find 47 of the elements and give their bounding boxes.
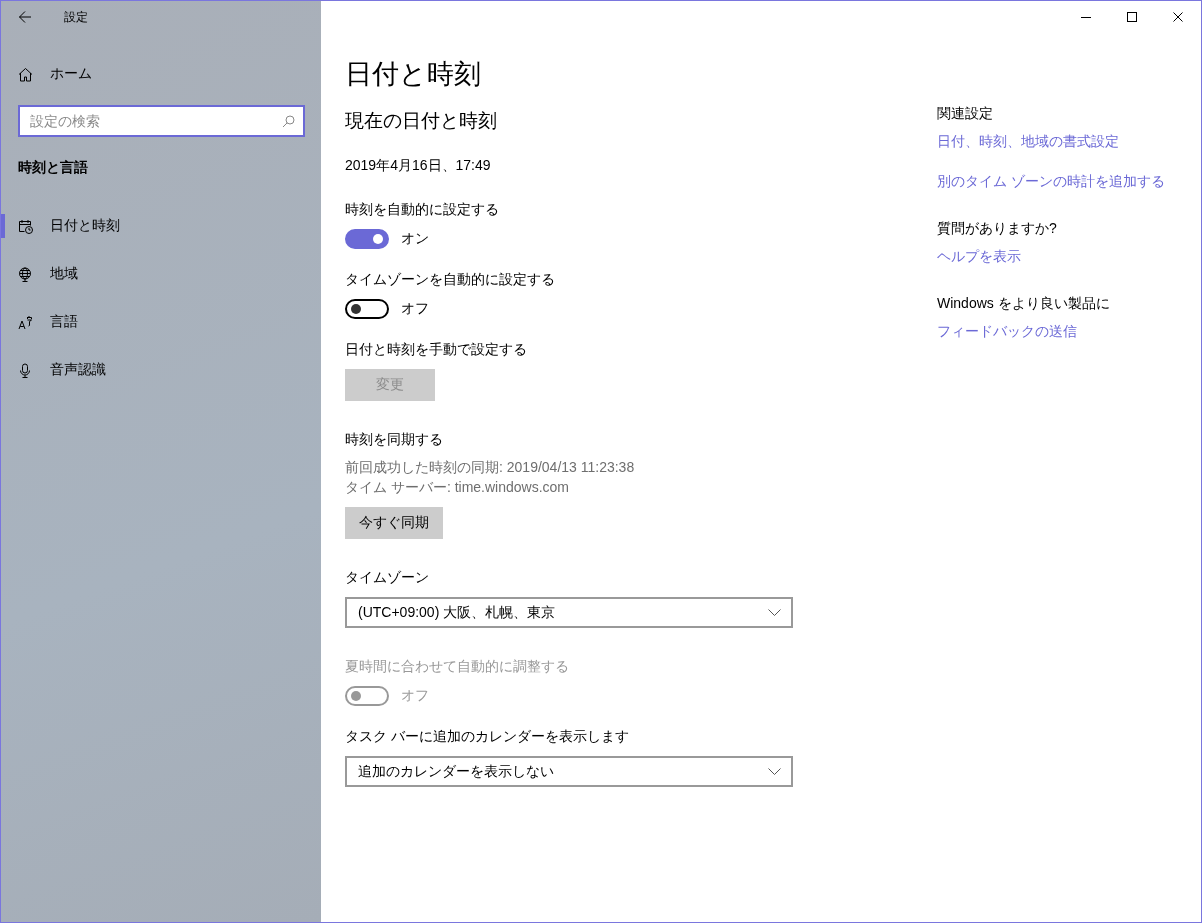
sync-detail-text: タイム サーバー: time.windows.com — [345, 478, 570, 497]
close-icon — [1173, 12, 1183, 22]
toggle-state-label: オン — [401, 230, 429, 248]
setting-label: タイムゾーンを自動的に設定する — [345, 270, 555, 289]
microphone-icon — [18, 362, 33, 378]
link[interactable]: ヘルプを表示 — [937, 246, 1021, 266]
setting-label: 時刻を自動的に設定する — [345, 200, 499, 219]
related-heading: Windows をより良い製品に — [937, 294, 1110, 313]
home-nav-item[interactable]: ホーム — [1, 54, 98, 94]
related-heading: 関連設定 — [937, 104, 993, 123]
sync-detail-text: 前回成功した時刻の同期: 2019/04/13 11:23:38 — [345, 458, 635, 477]
search-icon — [282, 115, 295, 128]
toggle-switch[interactable] — [345, 229, 389, 249]
maximize-icon — [1127, 12, 1137, 22]
language-icon — [18, 314, 33, 330]
search-field[interactable]: 設定の検索 — [18, 105, 305, 137]
chevron-down-icon — [768, 768, 781, 775]
sidebar-item[interactable]: 言語 — [1, 298, 90, 346]
link[interactable]: 別のタイム ゾーンの時計を追加する — [937, 171, 1165, 191]
page-title: 日付と時刻 — [345, 58, 481, 91]
setting-label: 時刻を同期する — [345, 430, 443, 449]
link[interactable]: 日付、時刻、地域の書式設定 — [937, 131, 1119, 151]
toggle-switch[interactable] — [345, 299, 389, 319]
related-heading: 質問がありますか? — [937, 219, 1057, 238]
link[interactable]: フィードバックの送信 — [937, 321, 1077, 341]
section-title: 現在の日付と時刻 — [345, 109, 497, 133]
current-date-time: 2019年4月16日、17:49 — [345, 156, 491, 175]
setting-label: タスク バーに追加のカレンダーを表示します — [345, 727, 629, 746]
calendar-clock-icon — [18, 218, 33, 234]
toggle-state-label: オフ — [401, 687, 429, 705]
back-button[interactable] — [18, 10, 32, 24]
sidebar-item[interactable]: 音声認識 — [1, 346, 118, 394]
setting-label: タイムゾーン — [345, 568, 429, 587]
globe-icon — [18, 266, 33, 282]
setting-label: 日付と時刻を手動で設定する — [345, 340, 527, 359]
dropdown[interactable]: (UTC+09:00) 大阪、札幌、東京 — [345, 597, 793, 628]
sidebar-item[interactable]: 日付と時刻 — [1, 202, 132, 250]
home-icon — [18, 66, 33, 82]
sync-now-button[interactable]: 今すぐ同期 — [345, 507, 443, 539]
window-title: 設定 — [64, 8, 88, 26]
sidebar-item[interactable]: 地域 — [1, 250, 90, 298]
section-heading: 時刻と言語 — [18, 158, 88, 177]
setting-label: 夏時間に合わせて自動的に調整する — [345, 657, 569, 676]
dropdown[interactable]: 追加のカレンダーを表示しない — [345, 756, 793, 787]
chevron-down-icon — [768, 609, 781, 616]
back-arrow-icon — [18, 10, 32, 24]
toggle-state-label: オフ — [401, 300, 429, 318]
